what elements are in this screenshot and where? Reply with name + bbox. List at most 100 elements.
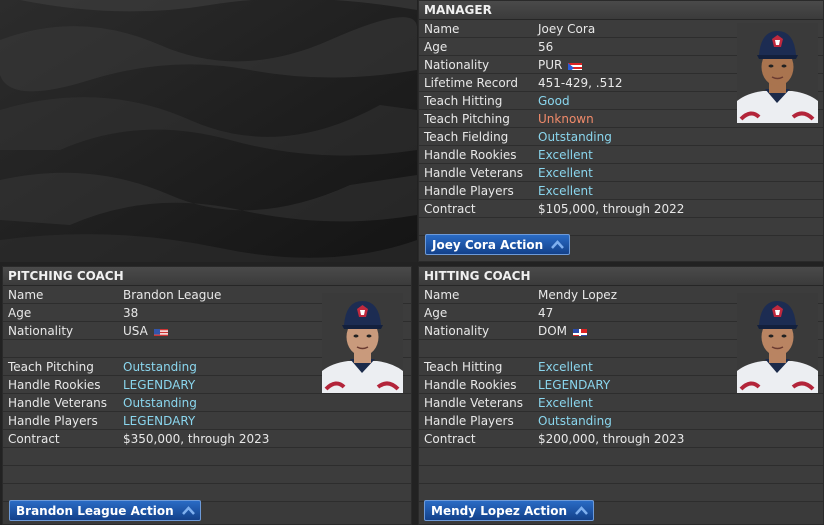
- row-value-text: PUR: [538, 58, 563, 72]
- row-label: Name: [424, 22, 460, 36]
- row-value-text: DOM: [538, 324, 568, 338]
- row-value: Good: [538, 92, 570, 110]
- manager-panel: MANAGER Name Joey Cora Age 56 Nationality PUR…: [418, 0, 824, 262]
- row-value: Brandon League: [123, 286, 221, 304]
- row-value-text: Excellent: [538, 148, 593, 162]
- hitting-coach-portrait: [737, 293, 818, 393]
- row-label: Handle Rookies: [424, 148, 517, 162]
- row-value-text: Excellent: [538, 360, 593, 374]
- row-label: Handle Players: [8, 414, 98, 428]
- row-value: USA: [123, 322, 168, 340]
- row-value-text: Outstanding: [538, 130, 612, 144]
- table-row: [419, 466, 823, 484]
- row-value: Excellent: [538, 358, 593, 376]
- row-label: Contract: [424, 202, 476, 216]
- row-value: PUR: [538, 56, 583, 74]
- row-label: Nationality: [424, 324, 490, 338]
- table-row: Handle Veterans Excellent: [419, 394, 823, 412]
- table-row: Handle Rookies Excellent: [419, 146, 823, 164]
- row-label: Teach Pitching: [424, 112, 510, 126]
- table-row: Handle Players LEGENDARY: [3, 412, 411, 430]
- manager-portrait: [737, 23, 818, 123]
- row-value: Joey Cora: [538, 20, 595, 38]
- pitching-coach-header: PITCHING COACH: [3, 267, 411, 286]
- usa-flag-icon: [153, 326, 168, 336]
- row-label: Handle Players: [424, 184, 514, 198]
- pur-flag-icon: [568, 60, 583, 70]
- row-value: Excellent: [538, 164, 593, 182]
- row-value-text: Good: [538, 94, 570, 108]
- row-value-text: Excellent: [538, 396, 593, 410]
- table-row: [419, 448, 823, 466]
- row-value-text: Outstanding: [123, 396, 197, 410]
- row-value: Outstanding: [538, 128, 612, 146]
- chevron-up-icon: [551, 240, 565, 249]
- table-row: [3, 466, 411, 484]
- table-row: Teach Fielding Outstanding: [419, 128, 823, 146]
- row-value-text: Joey Cora: [538, 22, 596, 36]
- table-row: Handle Veterans Outstanding: [3, 394, 411, 412]
- manager-header: MANAGER: [419, 1, 823, 20]
- row-label: Age: [8, 306, 32, 320]
- row-value: Unknown: [538, 110, 594, 128]
- row-label: Name: [8, 288, 44, 302]
- row-label: Handle Veterans: [424, 166, 524, 180]
- row-value-text: Excellent: [538, 184, 593, 198]
- row-value-text: 47: [538, 306, 554, 320]
- row-label: Handle Players: [424, 414, 514, 428]
- background-texture: [0, 0, 417, 262]
- row-label: Name: [424, 288, 460, 302]
- row-value: Excellent: [538, 182, 593, 200]
- chevron-up-icon: [181, 506, 195, 515]
- row-value: Mendy Lopez: [538, 286, 617, 304]
- row-value: LEGENDARY: [123, 376, 195, 394]
- row-value: 47: [538, 304, 553, 322]
- row-value-text: LEGENDARY: [123, 414, 196, 428]
- row-label: Teach Fielding: [424, 130, 509, 144]
- row-label: Handle Veterans: [424, 396, 524, 410]
- row-label: Handle Veterans: [8, 396, 108, 410]
- row-value: Outstanding: [538, 412, 612, 430]
- row-label: Handle Rookies: [8, 378, 101, 392]
- row-value: Outstanding: [123, 358, 197, 376]
- row-label: Nationality: [424, 58, 490, 72]
- row-value: 38: [123, 304, 138, 322]
- pitching-coach-portrait: [322, 293, 403, 393]
- row-value-text: 56: [538, 40, 554, 54]
- row-value: LEGENDARY: [538, 376, 610, 394]
- row-value: LEGENDARY: [123, 412, 195, 430]
- row-label: Nationality: [8, 324, 74, 338]
- hitting-coach-action-button[interactable]: Mendy Lopez Action: [424, 500, 595, 521]
- pitching-coach-action-button[interactable]: Brandon League Action: [9, 500, 201, 521]
- row-value-text: LEGENDARY: [538, 378, 611, 392]
- pitching-coach-panel: PITCHING COACH Name Brandon League Age 38 Na…: [2, 266, 412, 525]
- row-value-text: Outstanding: [123, 360, 197, 374]
- hitting-coach-action-label: Mendy Lopez Action: [431, 504, 568, 518]
- row-value-text: Outstanding: [538, 414, 612, 428]
- row-value-text: 38: [123, 306, 139, 320]
- manager-action-button[interactable]: Joey Cora Action: [425, 234, 571, 255]
- row-value-text: 451-429, .512: [538, 76, 623, 90]
- row-value-text: Brandon League: [123, 288, 222, 302]
- row-value-text: USA: [123, 324, 148, 338]
- row-value: DOM: [538, 322, 588, 340]
- manager-action-label: Joey Cora Action: [432, 238, 544, 252]
- chevron-up-icon: [575, 506, 588, 515]
- table-row: Handle Players Excellent: [419, 182, 823, 200]
- row-value: $105,000, through 2022: [538, 200, 684, 218]
- row-label: Contract: [424, 432, 476, 446]
- row-value-text: Unknown: [538, 112, 594, 126]
- row-label: Lifetime Record: [424, 76, 519, 90]
- dom-flag-icon: [573, 326, 588, 336]
- row-value: $350,000, through 2023: [123, 430, 269, 448]
- row-label: Age: [424, 306, 448, 320]
- row-value: $200,000, through 2023: [538, 430, 684, 448]
- row-label: Handle Rookies: [424, 378, 517, 392]
- row-label: Teach Pitching: [8, 360, 94, 374]
- row-value: Excellent: [538, 394, 593, 412]
- table-row: Contract $105,000, through 2022: [419, 200, 823, 218]
- row-value: Excellent: [538, 146, 593, 164]
- row-value: 451-429, .512: [538, 74, 623, 92]
- row-value-text: $200,000, through 2023: [538, 432, 685, 446]
- row-label: Age: [424, 40, 448, 54]
